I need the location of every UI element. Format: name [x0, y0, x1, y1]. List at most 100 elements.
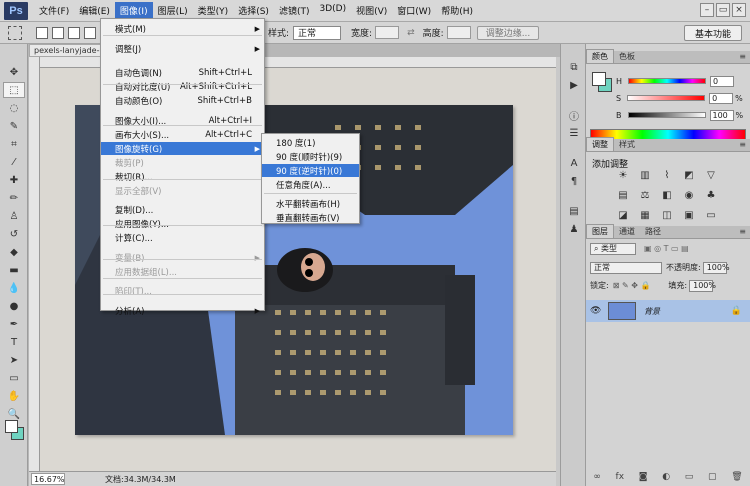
image-menu-item-10[interactable]: 显示全部(V)	[101, 184, 264, 197]
intersect-selection-icon[interactable]	[84, 26, 96, 39]
character-panel-icon[interactable]: A	[564, 156, 584, 170]
rotate-menu-item-4[interactable]: 水平翻转画布(H)	[262, 197, 359, 210]
opacity-input[interactable]: 100%	[702, 261, 730, 274]
image-menu-item-13[interactable]: 计算(C)...	[101, 231, 264, 244]
width-input[interactable]	[375, 26, 400, 39]
image-menu-item-14[interactable]: 变量(B) ▶	[101, 251, 264, 264]
image-menu-item-4[interactable]: 自动颜色(O) Shift+Ctrl+B	[101, 94, 264, 107]
fill-input[interactable]: 100%	[689, 279, 716, 292]
menu-item-8[interactable]: 视图(V)	[351, 2, 392, 19]
history-panel-icon[interactable]: ⧉	[564, 60, 584, 74]
zoom-field[interactable]: 16.67%	[31, 473, 65, 485]
menu-item-3[interactable]: 图层(L)	[153, 2, 193, 19]
menu-item-6[interactable]: 滤镜(T)	[274, 2, 315, 19]
hue-saturation-icon[interactable]: ▤	[616, 189, 630, 201]
new-group-icon[interactable]: ▭	[685, 472, 694, 482]
image-menu-item-11[interactable]: 复制(D)...	[101, 203, 264, 216]
add-selection-icon[interactable]	[52, 26, 64, 39]
image-menu-item-17[interactable]: 分析(A) ▶	[101, 304, 264, 317]
image-menu-item-15[interactable]: 应用数据组(L)...	[101, 265, 264, 278]
image-menu-item-0[interactable]: 模式(M) ▶	[101, 22, 264, 35]
rotate-menu-item-2[interactable]: 90 度(逆时针)(0)	[262, 164, 359, 177]
menu-item-4[interactable]: 类型(Y)	[193, 2, 234, 19]
menu-item-5[interactable]: 选择(S)	[233, 2, 274, 19]
type-tool-icon[interactable]: T	[3, 334, 25, 350]
curves-icon[interactable]: ⌇	[660, 169, 674, 181]
healing-brush-icon[interactable]: ✚	[3, 172, 25, 188]
menu-item-1[interactable]: 编辑(E)	[74, 2, 115, 19]
new-selection-icon[interactable]	[36, 26, 48, 39]
restore-button[interactable]: ▭	[716, 3, 730, 17]
menu-item-2[interactable]: 图像(I)	[114, 2, 153, 19]
visibility-eye-icon[interactable]: 👁	[590, 306, 604, 316]
layer-style-icon[interactable]: fx	[616, 472, 625, 482]
path-select-icon[interactable]: ➤	[3, 352, 25, 368]
new-adjustment-icon[interactable]: ◐	[662, 472, 670, 482]
refine-edge-button[interactable]: 调整边缘...	[476, 25, 540, 40]
layer-row-background[interactable]: 👁 背景 🔒	[586, 300, 750, 322]
photo-filter-icon[interactable]: ◉	[682, 189, 696, 201]
black-white-icon[interactable]: ◧	[660, 189, 674, 201]
dodge-tool-icon[interactable]: ●	[3, 298, 25, 314]
adjust-panel-icon[interactable]: ☰	[564, 126, 584, 140]
h-value-input[interactable]: 0	[710, 75, 735, 87]
link-layers-icon[interactable]: ∞	[593, 472, 601, 482]
adjust-menu-icon[interactable]: ≡	[739, 140, 746, 149]
image-menu-item-8[interactable]: 裁剪(P)	[101, 156, 264, 169]
quick-select-tool-icon[interactable]: ✎	[3, 118, 25, 134]
workspace-button[interactable]: 基本功能	[683, 25, 742, 41]
tab-channels[interactable]: 通道	[614, 225, 640, 238]
image-menu-item-1[interactable]: 调整(J) ▶	[101, 42, 264, 55]
image-menu-item-3[interactable]: 自动对比度(U) Alt+Shift+Ctrl+L	[101, 80, 264, 93]
menu-item-0[interactable]: 文件(F)	[34, 2, 74, 19]
crop-tool-icon[interactable]: ⌗	[3, 136, 25, 152]
tab-adjustments[interactable]: 调整	[586, 137, 614, 151]
swap-icon[interactable]: ⇄	[407, 28, 415, 38]
add-mask-icon[interactable]: ◙	[639, 472, 648, 482]
image-menu-item-12[interactable]: 应用图像(Y)...	[101, 217, 264, 230]
rotate-menu-item-1[interactable]: 90 度(顺时针)(9)	[262, 150, 359, 163]
height-input[interactable]	[446, 26, 471, 39]
paragraph-panel-icon[interactable]: ¶	[564, 174, 584, 188]
b-value-input[interactable]: 100	[709, 109, 734, 121]
menu-item-10[interactable]: 帮助(H)	[436, 2, 478, 19]
color-panel-fg-swatch[interactable]	[592, 72, 606, 86]
marquee-tool-preset-icon[interactable]	[8, 25, 22, 40]
saturation-slider[interactable]	[627, 95, 706, 101]
invert-icon[interactable]: ◪	[616, 209, 630, 221]
exposure-icon[interactable]: ◩	[682, 169, 696, 181]
blur-tool-icon[interactable]: 💧	[3, 280, 25, 296]
clone-stamp-icon[interactable]: ♙	[3, 208, 25, 224]
foreground-color-swatch[interactable]	[5, 420, 18, 433]
shape-tool-icon[interactable]: ▭	[3, 370, 25, 386]
brightness-slider[interactable]	[627, 112, 706, 118]
tab-paths[interactable]: 路径	[640, 225, 666, 238]
clone-source-panel-icon[interactable]: ♟	[564, 222, 584, 236]
image-menu-item-9[interactable]: 裁切(R)...	[101, 170, 264, 183]
image-menu-item-16[interactable]: 陷印(T)...	[101, 284, 264, 297]
posterize-icon[interactable]: ▦	[638, 209, 652, 221]
actions-panel-icon[interactable]: ▶	[564, 78, 584, 92]
gradient-tool-icon[interactable]: ▬	[3, 262, 25, 278]
new-layer-icon[interactable]: ▢	[708, 472, 717, 482]
menu-item-9[interactable]: 窗口(W)	[392, 2, 436, 19]
brush-tool-icon[interactable]: ✏	[3, 190, 25, 206]
levels-icon[interactable]: ▥	[638, 169, 652, 181]
subtract-selection-icon[interactable]	[68, 26, 80, 39]
image-menu-item-6[interactable]: 画布大小(S)... Alt+Ctrl+C	[101, 128, 264, 141]
lasso-tool-icon[interactable]: ◌	[3, 100, 25, 116]
brush-panel-icon[interactable]: ▤	[564, 204, 584, 218]
rotate-menu-item-5[interactable]: 垂直翻转画布(V)	[262, 211, 359, 224]
blend-mode-select[interactable]: 正常	[590, 261, 662, 274]
rotate-menu-item-3[interactable]: 任意角度(A)...	[262, 178, 359, 191]
gradient-map-icon[interactable]: ▭	[704, 209, 718, 221]
vibrance-icon[interactable]: ▽	[704, 169, 718, 181]
pen-tool-icon[interactable]: ✒	[3, 316, 25, 332]
eyedropper-tool-icon[interactable]: ⁄	[3, 154, 25, 170]
image-menu-item-2[interactable]: 自动色调(N) Shift+Ctrl+L	[101, 66, 264, 79]
close-button[interactable]: ×	[732, 3, 746, 17]
tab-layers[interactable]: 图层	[586, 224, 614, 238]
marquee-tool-icon[interactable]: ⬚	[3, 82, 25, 98]
lock-icons[interactable]: ⊠ ✎ ✥ 🔒	[613, 281, 651, 290]
image-menu-item-7[interactable]: 图像旋转(G) ▶	[101, 142, 264, 155]
